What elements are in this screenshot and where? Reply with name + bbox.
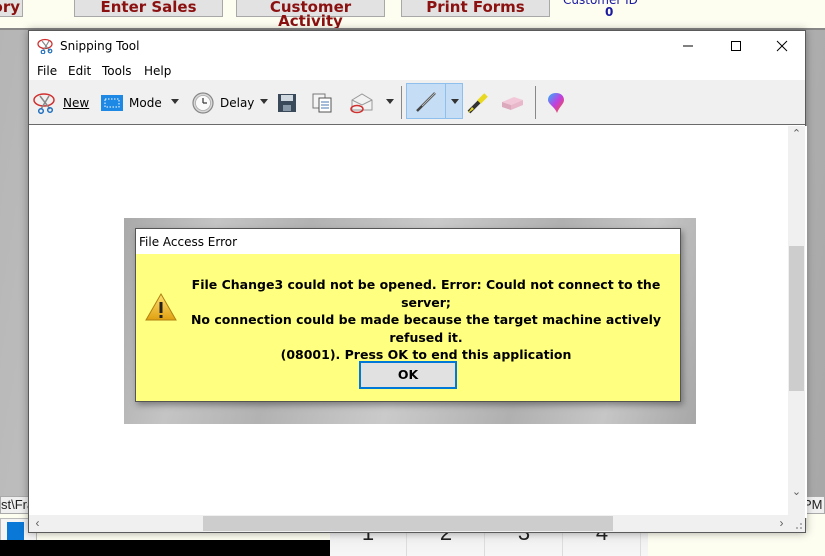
save-icon xyxy=(278,93,296,112)
numpad-key-2[interactable]: 2 xyxy=(408,530,485,556)
window-title: Snipping Tool xyxy=(60,39,140,53)
resize-grip[interactable] xyxy=(788,515,805,532)
maximize-icon xyxy=(731,41,741,51)
horizontal-scrollbar[interactable]: ‹ › xyxy=(29,515,790,532)
pen-dropdown-arrow[interactable] xyxy=(451,99,459,104)
resize-grip-icon xyxy=(796,523,802,529)
mode-button[interactable]: Mode xyxy=(101,80,162,125)
toolbar: New Mode Delay xyxy=(29,80,805,125)
delay-clock-icon xyxy=(192,91,214,114)
title-bar[interactable]: Snipping Tool xyxy=(29,31,805,61)
warning-icon xyxy=(145,293,177,321)
new-label: New xyxy=(63,95,90,110)
scroll-left-icon[interactable]: ‹ xyxy=(29,515,46,532)
numpad-key-4[interactable]: 4 xyxy=(564,530,641,556)
customer-id-label: Customer ID xyxy=(563,0,638,7)
dark-strip xyxy=(0,540,330,556)
delay-button[interactable]: Delay xyxy=(192,80,254,125)
send-snip-button[interactable] xyxy=(348,80,374,125)
toolbar-separator-2 xyxy=(535,86,536,119)
nav-button-inventory[interactable]: ory xyxy=(0,0,23,17)
customer-id-value: 0 xyxy=(605,5,614,19)
edit-paint3d-button[interactable] xyxy=(547,80,565,125)
minimize-button[interactable] xyxy=(665,31,711,61)
new-button[interactable]: New xyxy=(33,80,89,125)
snipping-tool-window: Snipping Tool File Edit Tools Help New M… xyxy=(28,30,807,533)
save-button[interactable] xyxy=(278,80,296,125)
menu-edit[interactable]: Edit xyxy=(68,64,91,78)
dialog-title-bar: File Access Error xyxy=(136,229,680,254)
send-email-icon xyxy=(350,92,373,113)
dialog-message-line: No connection could be made because the … xyxy=(190,312,662,345)
vertical-scrollbar[interactable]: ⌃ ⌄ xyxy=(788,126,805,518)
pen-icon xyxy=(416,92,436,112)
ok-button: OK xyxy=(359,361,457,389)
nav-button-print-forms[interactable]: Print Forms xyxy=(401,0,550,17)
eraser-button[interactable] xyxy=(500,80,524,125)
scroll-down-icon[interactable]: ⌄ xyxy=(788,484,805,501)
highlighter-icon xyxy=(467,92,488,113)
menu-tools[interactable]: Tools xyxy=(102,64,132,78)
close-button[interactable] xyxy=(759,31,805,61)
snip-canvas: File Access Error File Change3 could not… xyxy=(29,126,807,518)
menu-help[interactable]: Help xyxy=(144,64,171,78)
eraser-icon xyxy=(502,96,523,110)
numpad-key-3[interactable]: 3 xyxy=(486,530,563,556)
send-dropdown-arrow[interactable] xyxy=(386,99,394,104)
dialog-title: File Access Error xyxy=(139,235,238,249)
numpad-key-1[interactable]: 1 xyxy=(330,530,407,556)
nav-button-enter-sales[interactable]: Enter Sales xyxy=(74,0,223,17)
close-icon xyxy=(776,40,788,52)
toolbar-separator xyxy=(401,86,402,119)
menu-bar: File Edit Tools Help xyxy=(29,61,805,81)
new-snip-icon xyxy=(33,92,55,114)
numpad: 1 2 3 4 xyxy=(330,530,648,556)
delay-label: Delay xyxy=(220,95,255,110)
maximize-button[interactable] xyxy=(713,31,759,61)
menu-file[interactable]: File xyxy=(37,64,57,78)
copy-icon xyxy=(312,93,332,112)
vertical-scroll-thumb[interactable] xyxy=(789,246,804,391)
mode-icon xyxy=(101,94,123,111)
scroll-up-icon[interactable]: ⌃ xyxy=(788,126,805,143)
dialog-message-line: File Change3 could not be opened. Error:… xyxy=(191,277,661,310)
horizontal-scroll-thumb[interactable] xyxy=(203,516,613,531)
captured-image: File Access Error File Change3 could not… xyxy=(124,218,696,424)
file-access-error-dialog: File Access Error File Change3 could not… xyxy=(135,228,681,402)
copy-button[interactable] xyxy=(312,80,332,125)
pen-button[interactable] xyxy=(406,83,463,119)
paint3d-icon xyxy=(548,92,564,113)
mode-label: Mode xyxy=(129,95,162,110)
snipping-tool-icon xyxy=(37,38,53,54)
dialog-message: File Change3 could not be opened. Error:… xyxy=(176,276,676,364)
nav-button-customer-activity[interactable]: Customer Activity xyxy=(236,0,385,29)
highlighter-button[interactable] xyxy=(466,80,490,125)
delay-dropdown-arrow[interactable] xyxy=(260,99,268,104)
mode-dropdown-arrow[interactable] xyxy=(171,99,179,104)
minimize-icon xyxy=(683,45,693,47)
